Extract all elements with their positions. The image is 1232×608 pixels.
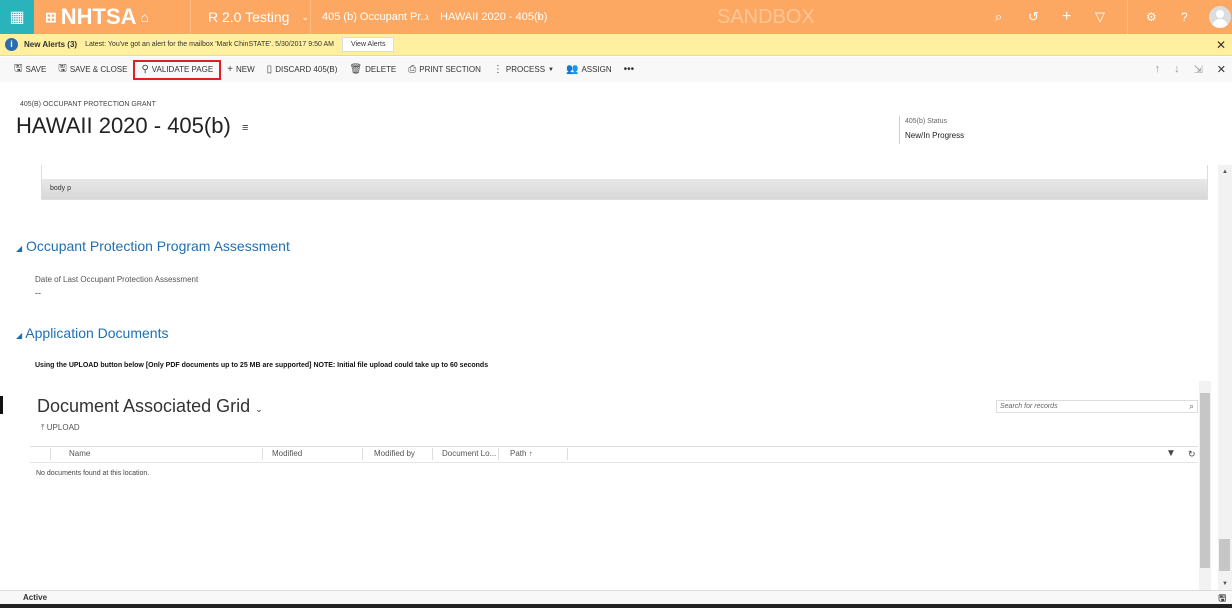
breadcrumb-entity[interactable]: 405 (b) Occupant Pr... bbox=[322, 0, 430, 34]
close-icon[interactable]: ✕ bbox=[1216, 38, 1226, 52]
grid-scrollbar[interactable] bbox=[1199, 381, 1211, 590]
alert-message: Latest: You've got an alert for the mail… bbox=[85, 41, 334, 48]
column-modified[interactable]: Modified bbox=[272, 449, 302, 458]
alert-title: New Alerts (3) bbox=[24, 40, 78, 49]
home-icon: ⌂ bbox=[140, 9, 149, 25]
assessment-date-value[interactable]: -- bbox=[35, 288, 41, 298]
column-document-location[interactable]: Document Lo... bbox=[442, 449, 496, 458]
form-selector-icon[interactable]: ≡ bbox=[242, 122, 248, 134]
search-icon[interactable]: ⌕ bbox=[995, 0, 1002, 34]
chevron-down-icon: ⌄ bbox=[301, 11, 310, 22]
breadcrumb-record[interactable]: HAWAII 2020 - 405(b) bbox=[440, 0, 547, 34]
view-alerts-button[interactable]: View Alerts bbox=[341, 37, 395, 52]
column-modified-by[interactable]: Modified by bbox=[374, 449, 415, 458]
save-close-icon: 🖫 bbox=[58, 63, 67, 74]
validate-icon: ⚲ bbox=[141, 64, 149, 75]
chevron-right-icon: › bbox=[537, 11, 541, 23]
status-label: 405(b) Status bbox=[905, 118, 948, 125]
assessment-date-label: Date of Last Occupant Protection Assessm… bbox=[35, 275, 199, 284]
alert-bar: i New Alerts (3) Latest: You've got an a… bbox=[0, 34, 1232, 56]
more-button[interactable]: ••• bbox=[618, 60, 641, 80]
app-launcher-icon[interactable]: ▦ bbox=[0, 0, 34, 34]
chevron-right-icon: › bbox=[425, 11, 429, 23]
new-button[interactable]: + NEW bbox=[221, 60, 261, 80]
upload-note: Using the UPLOAD button below [Only PDF … bbox=[35, 362, 489, 369]
save-icon[interactable]: 🖫 bbox=[1218, 591, 1226, 605]
avatar[interactable] bbox=[1209, 6, 1231, 28]
page-scrollbar[interactable]: ▲ ▼ bbox=[1218, 165, 1232, 590]
caret-down-icon: ▼ bbox=[548, 66, 554, 73]
environment-label: SANDBOX bbox=[717, 5, 815, 28]
arrow-down-icon[interactable]: ↓ bbox=[1174, 63, 1180, 76]
column-path[interactable]: Path ↑ bbox=[510, 449, 533, 458]
help-icon[interactable]: ? bbox=[1181, 0, 1188, 34]
validate-page-button[interactable]: ⚲ VALIDATE PAGE bbox=[133, 59, 222, 80]
section-assessment-header[interactable]: ◢ Occupant Protection Program Assessment bbox=[16, 238, 290, 254]
print-section-button[interactable]: ⎙ PRINT SECTION bbox=[402, 60, 487, 80]
history-icon[interactable]: ↺ bbox=[1028, 0, 1039, 34]
close-icon[interactable]: ✕ bbox=[1217, 63, 1226, 76]
grid-header bbox=[30, 446, 1198, 463]
filter-icon[interactable]: ▽ bbox=[1095, 0, 1105, 34]
status-value: New/In Progress bbox=[905, 131, 965, 140]
gear-icon[interactable]: ⚙ bbox=[1146, 0, 1157, 34]
entity-name: 405(B) OCCUPANT PROTECTION GRANT bbox=[20, 101, 156, 108]
upload-button[interactable]: ⤒ UPLOAD bbox=[41, 423, 80, 433]
search-icon: ⌕ bbox=[1188, 401, 1194, 411]
page-title: HAWAII 2020 - 405(b) bbox=[16, 113, 231, 138]
app-switcher[interactable]: R 2.0 Testing ⌄ bbox=[208, 0, 309, 34]
command-bar: 🖫 SAVE 🖫 SAVE & CLOSE ⚲ VALIDATE PAGE + NEW … bbox=[0, 57, 1232, 82]
plus-icon[interactable]: + bbox=[1062, 0, 1071, 34]
rich-text-editor[interactable]: body p bbox=[41, 165, 1208, 200]
trash-icon: 🗑 bbox=[349, 64, 363, 75]
section-documents-header[interactable]: ◢ Application Documents bbox=[16, 325, 168, 341]
chevron-down-icon: ⌄ bbox=[255, 404, 263, 414]
popout-icon[interactable]: ⇲ bbox=[1194, 63, 1203, 76]
arrow-up-icon[interactable]: ↑ bbox=[1155, 63, 1161, 76]
status-bar: Active 🖫 bbox=[0, 590, 1232, 605]
delete-button[interactable]: 🗑 DELETE bbox=[343, 60, 402, 80]
discard-icon: ▯ bbox=[266, 64, 273, 75]
assign-button[interactable]: 👥 ASSIGN bbox=[560, 60, 618, 80]
discard-button[interactable]: ▯ DISCARD 405(B) bbox=[261, 60, 344, 80]
save-button[interactable]: 🖫 SAVE bbox=[8, 60, 52, 80]
grid-title[interactable]: Document Associated Grid ⌄ bbox=[37, 396, 263, 417]
record-state: Active bbox=[23, 593, 48, 602]
column-name[interactable]: Name bbox=[69, 449, 90, 458]
filter-icon[interactable]: ▼ bbox=[1166, 448, 1176, 459]
plus-icon: + bbox=[227, 64, 233, 75]
top-nav-bar: ▦ ⊞ NHTSA ⌂ R 2.0 Testing ⌄ 405 (b) Occupan… bbox=[0, 0, 1232, 34]
save-icon: 🖫 bbox=[14, 63, 23, 74]
nhtsa-logo[interactable]: ⊞ NHTSA ⌂ bbox=[45, 0, 149, 34]
print-icon: ⎙ bbox=[408, 64, 417, 75]
refresh-icon[interactable]: ↻ bbox=[1188, 449, 1196, 460]
grid-search-input[interactable]: Search for records ⌕ bbox=[996, 400, 1198, 413]
upload-icon: ⤒ bbox=[41, 423, 45, 432]
process-button[interactable]: ⋮ PROCESS ▼ bbox=[487, 60, 560, 80]
grid-empty-message: No documents found at this location. bbox=[36, 470, 150, 477]
save-close-button[interactable]: 🖫 SAVE & CLOSE bbox=[52, 60, 133, 80]
editor-path-bar: body p bbox=[42, 179, 1207, 199]
info-icon: i bbox=[5, 38, 18, 51]
assign-icon: 👥 bbox=[565, 64, 579, 75]
process-icon: ⋮ bbox=[492, 64, 503, 75]
